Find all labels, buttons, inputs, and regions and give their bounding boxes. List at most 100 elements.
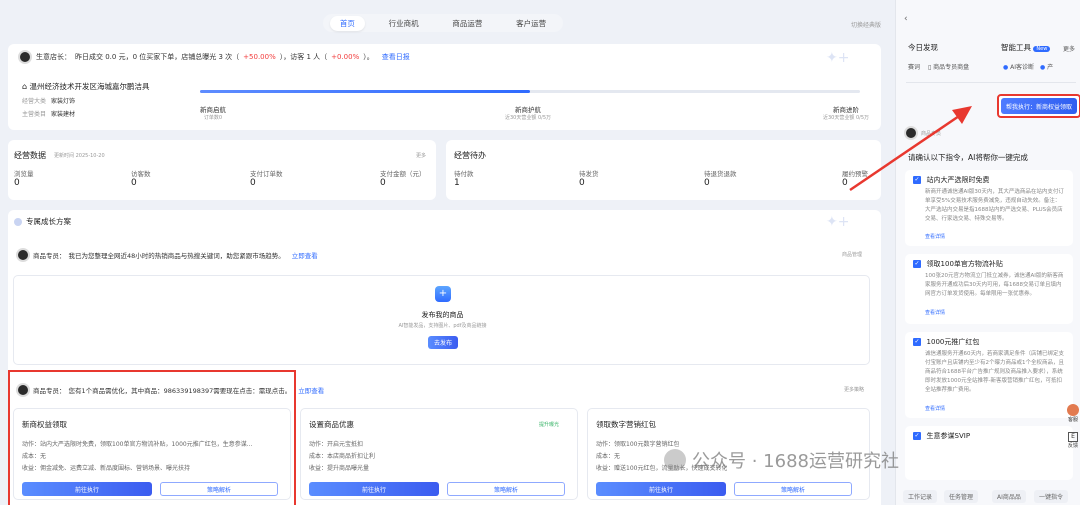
todo-pending-payment[interactable]: 待付款 1 — [454, 168, 474, 188]
notice-prefix: 商品专员： — [33, 252, 66, 260]
publish-title: 发布我的商品 — [421, 311, 464, 319]
daily-report-banner: 生意店长： 昨日成交 0.0 元，0 位买家下单，店铺总曝光 3 次（ +50.00… — [18, 50, 410, 64]
todo-pending-shipment[interactable]: 待发货 0 — [579, 168, 599, 188]
highlight-box — [8, 370, 296, 505]
shop-icon: ⌂ — [22, 82, 28, 91]
check-item-svip[interactable]: ✓ 生意参谋SVIP — [905, 426, 1073, 480]
task-title: 领取数字营销红包 — [596, 420, 656, 429]
view-detail-link[interactable]: 查看详情 — [925, 405, 945, 412]
more-strategies-link[interactable]: 更多策略 — [844, 386, 864, 393]
stat-value: 0 — [14, 178, 20, 188]
milestone-2-title: 新商护航 — [515, 106, 541, 114]
bottom-tab-task-management[interactable]: 任务管理 — [944, 490, 979, 503]
checkbox-checked-icon[interactable]: ✓ — [913, 259, 921, 268]
collapse-icon[interactable]: ‹ — [904, 14, 908, 24]
check-item-header: ✓ 生意参谋SVIP — [913, 431, 970, 441]
feedback-icon: E — [1068, 432, 1078, 442]
today-discovery-items: 赛词 ▯ 商品专员商盘 — [908, 62, 969, 71]
watermark-text: 公众号 · 1688运营研究社 — [692, 451, 899, 472]
feedback-label: 反馈 — [1067, 443, 1078, 449]
main-label: 主营类目 — [22, 111, 47, 118]
help-me-execute-button[interactable]: 帮我执行：新商权益领取 — [1001, 98, 1077, 114]
product-management-link[interactable]: 商品管理 — [842, 251, 862, 258]
bottom-tab-one-click[interactable]: 一键指令 — [1034, 490, 1069, 503]
ops-data-more-link[interactable]: 更多 — [416, 152, 426, 159]
milestone-2-sub: 近30天营业额 0/5万 — [505, 115, 551, 121]
stat-value: 0 — [380, 178, 386, 188]
doc-icon: ▯ — [927, 64, 932, 71]
today-item[interactable]: 商品专员商盘 — [933, 64, 969, 71]
switch-classic-link[interactable]: 切换经典版 — [851, 20, 881, 29]
shop-name: ⌂ 温州经济技术开发区海城嘉尔鹏洁具 — [22, 81, 149, 92]
notice-text: 我已为您整理全网近48小时的热销商品与热搜关键词，助您紧跟市场趋势。 — [68, 252, 285, 260]
stat-value: 1 — [454, 178, 460, 188]
tools-more-link[interactable]: 更多 — [1063, 44, 1075, 53]
divider — [906, 82, 1076, 83]
tool-item[interactable]: 产 — [1047, 64, 1053, 71]
stat-payment: 支付金额（元） 0 — [380, 168, 426, 188]
task-cost: 成本：本店商品折扣让利 — [309, 453, 376, 460]
check-item-desc: 诚信通服务开通60天内，若商家满足条件（店铺已绑定支付宝账户且店铺内至少有2个曝… — [925, 351, 1065, 393]
stat-label: 访客数 — [131, 170, 151, 178]
exposure-change: +50.00% — [243, 53, 276, 61]
bottom-tab-work-log[interactable]: 工作记录 — [903, 490, 938, 503]
checkbox-checked-icon[interactable]: ✓ — [913, 431, 921, 440]
strategy-analysis-button[interactable]: 策略解析 — [447, 482, 565, 496]
view-daily-report-link[interactable]: 查看日报 — [382, 52, 410, 62]
view-now-link[interactable]: 立即查看 — [298, 385, 324, 395]
ai-icon: ● — [1003, 64, 1009, 71]
milestone-1-sub: 订单数0 — [203, 115, 223, 121]
milestone-1-title: 新商启航 — [200, 106, 226, 114]
publish-button[interactable]: 去发布 — [428, 336, 458, 349]
top-nav: 首页 行业商机 商品运营 客户运营 — [323, 14, 563, 32]
exec-highlight: 帮我执行：新商权益领取 — [997, 94, 1080, 118]
execute-button[interactable]: 前往执行 — [309, 482, 439, 496]
strategy-analysis-button[interactable]: 策略解析 — [734, 482, 852, 496]
ops-data-title: 经营数据 — [14, 151, 46, 160]
smart-tools-title: 智能工具 — [1001, 43, 1031, 52]
milestone-1: 新商启航 订单数0 — [188, 104, 238, 121]
bottom-tab-ai-product[interactable]: AI商品品 — [992, 490, 1026, 503]
tool-icon: ● — [1039, 64, 1046, 71]
main-value: 家装建材 — [50, 111, 75, 118]
feedback-button[interactable]: E 反馈 — [1066, 432, 1080, 449]
product-notice-hot: 商品专员： 我已为您整理全网近48小时的热销商品与热搜关键词，助您紧跟市场趋势。 … — [16, 248, 318, 262]
view-detail-link[interactable]: 查看详情 — [925, 233, 945, 240]
stat-label: 浏览量 — [14, 170, 34, 178]
stat-label: 支付订单数 — [250, 170, 283, 178]
view-detail-link[interactable]: 查看详情 — [925, 309, 945, 316]
ops-data-updated: 更新时间 2025-10-20 — [54, 153, 105, 159]
check-item-logistics[interactable]: ✓ 领取100单官方物流补贴 100张20元官方物流立门抵立减券，诚信通AI版的… — [905, 254, 1073, 324]
stat-label: 待发货 — [579, 170, 599, 178]
publish-subtitle: AI智能发品，支持图片、pdf及商品链接 — [398, 323, 487, 329]
check-item-red-packet[interactable]: ✓ 1000元推广红包 诚信通服务开通60天内，若商家满足条件（店铺已绑定支付宝… — [905, 332, 1073, 418]
banner-prefix: 生意店长： — [36, 53, 71, 61]
check-item-title: 领取100单官方物流补贴 — [926, 260, 1003, 268]
wechat-icon — [664, 449, 686, 471]
execute-button[interactable]: 前往执行 — [596, 482, 726, 496]
shop-manager-avatar — [18, 50, 32, 64]
tab-home[interactable]: 首页 — [329, 15, 365, 31]
customer-service-button[interactable]: 客服 — [1066, 404, 1080, 423]
ops-data-card: 经营数据 更新时间 2025-10-20 更多 浏览量 0 访客数 0 支付订单… — [8, 140, 436, 200]
arrow-head — [952, 106, 972, 124]
sparkle-icon: ✦+ — [826, 50, 850, 66]
customer-service-label: 客服 — [1067, 417, 1078, 423]
tool-item[interactable]: AI客诊断 — [1010, 64, 1034, 71]
banner-text-1: 昨日成交 0.0 元，0 位买家下单，店铺总曝光 3 次（ — [75, 53, 240, 61]
watermark: 公众号 · 1688运营研究社 — [664, 447, 899, 473]
banner-text-3: ）。 — [363, 53, 374, 61]
tab-customer-ops[interactable]: 客户运营 — [506, 16, 556, 31]
ops-todo-title: 经营待办 — [454, 151, 486, 160]
shop-card: 生意店长： 昨日成交 0.0 元，0 位买家下单，店铺总曝光 3 次（ +50.00… — [8, 44, 881, 130]
tab-industry[interactable]: 行业商机 — [379, 16, 429, 31]
arrow-shaft — [849, 110, 966, 192]
task-action: 动作：开启元宝抵扣 — [309, 441, 364, 448]
view-now-link[interactable]: 立即查看 — [292, 250, 318, 260]
tab-product-ops[interactable]: 商品运营 — [442, 16, 492, 31]
todo-refund[interactable]: 待退货退款 0 — [704, 168, 737, 188]
stat-value: 0 — [131, 178, 137, 188]
today-item[interactable]: 赛词 — [908, 64, 920, 71]
check-item-header: ✓ 1000元推广红包 — [913, 337, 979, 347]
checkbox-checked-icon[interactable]: ✓ — [913, 337, 921, 346]
